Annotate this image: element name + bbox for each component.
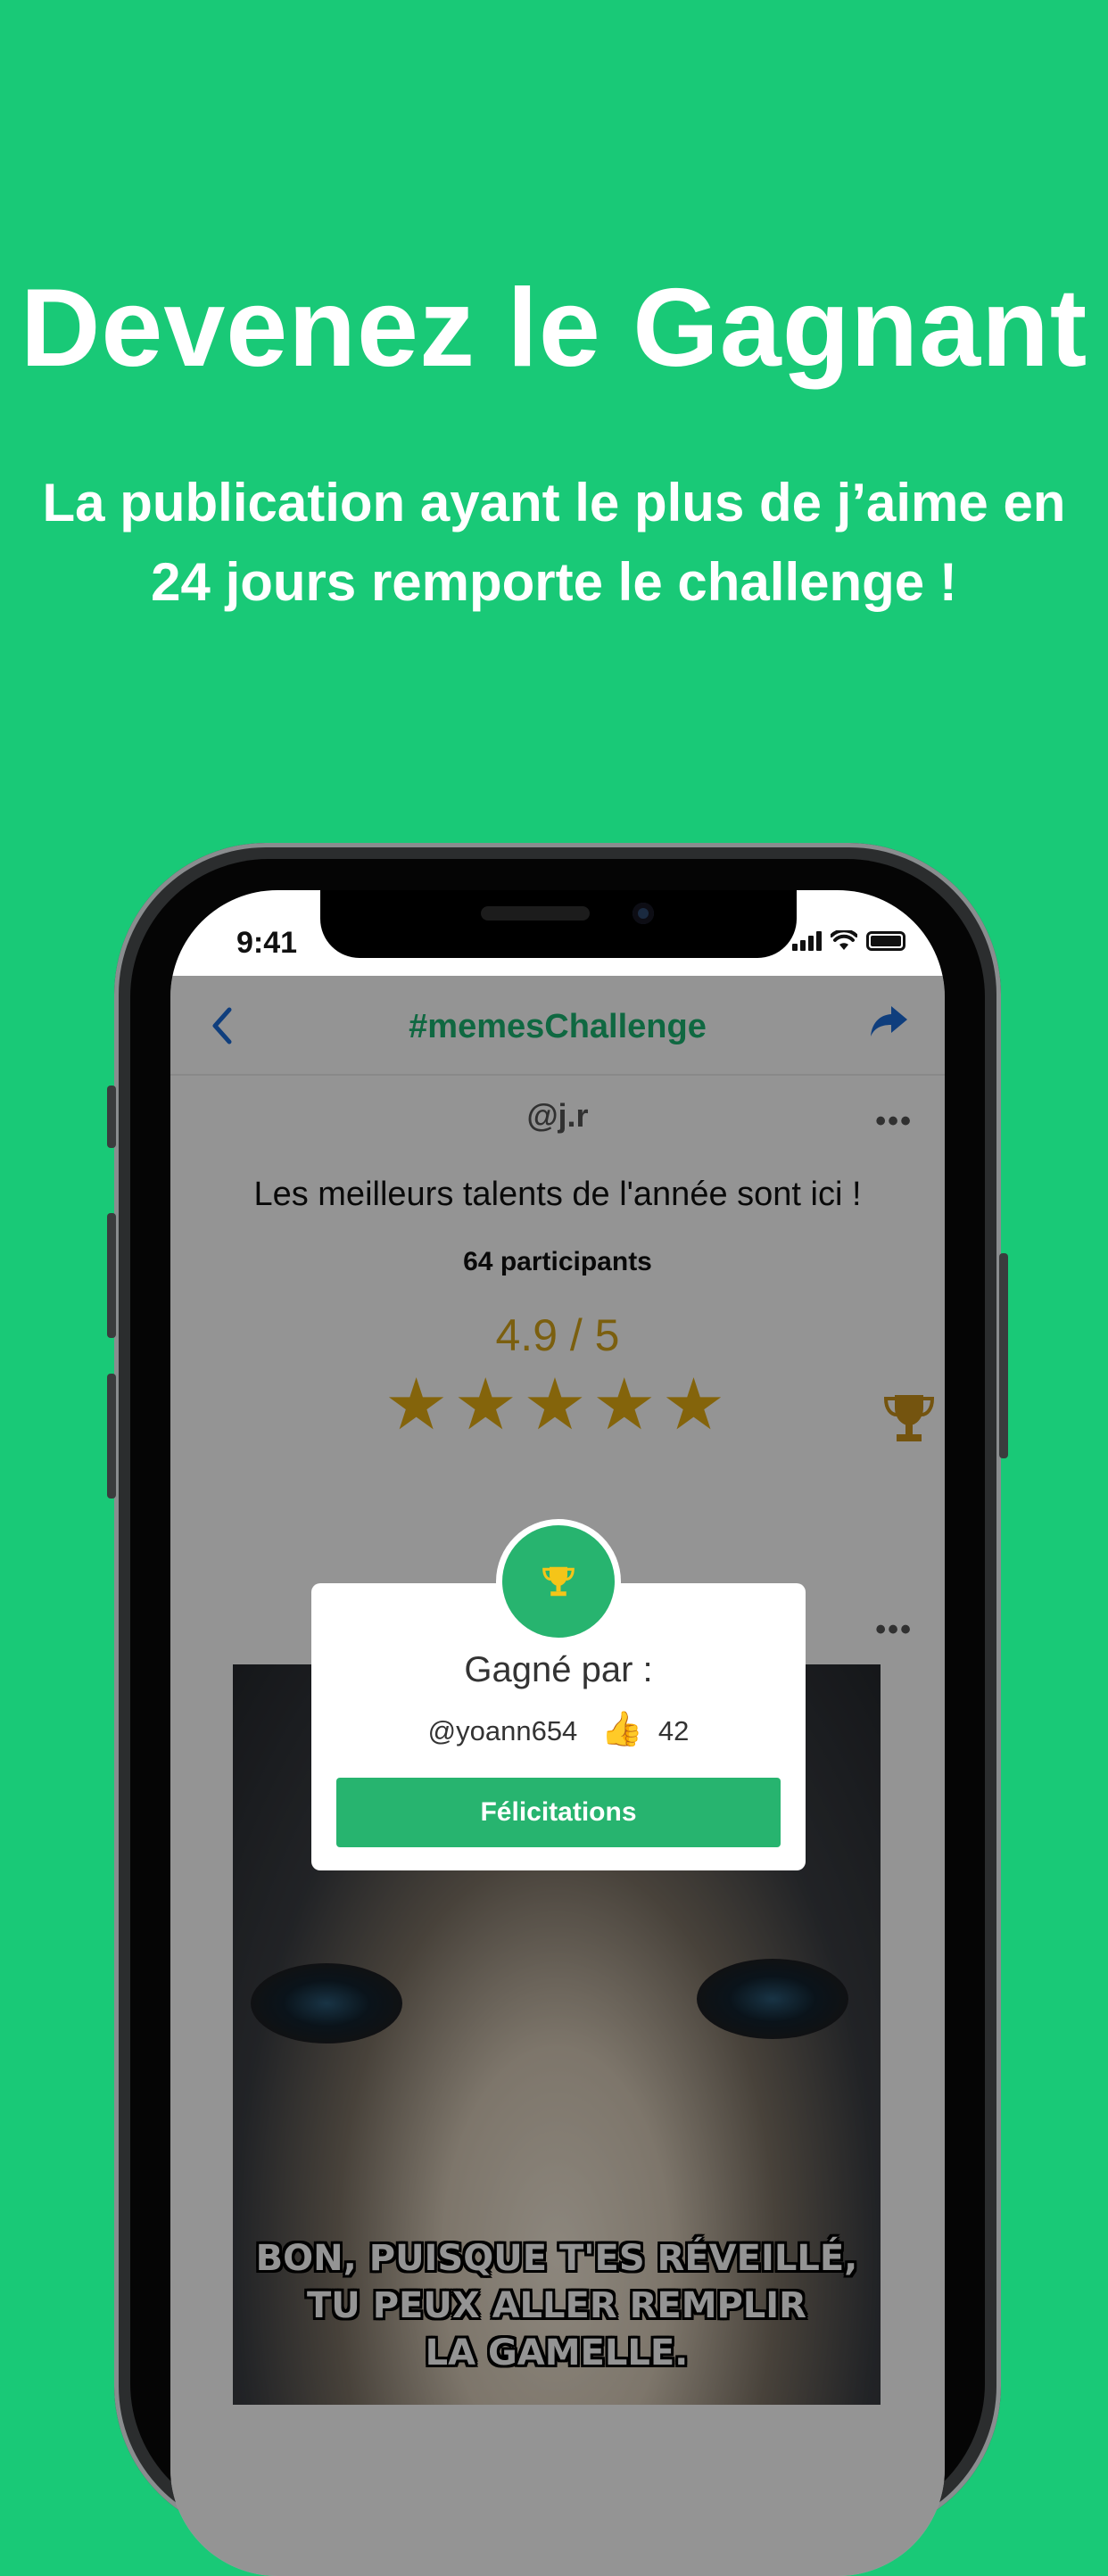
modal-title: Gagné par : — [464, 1650, 653, 1689]
winner-likes: 42 — [657, 1715, 690, 1746]
winner-badge — [496, 1519, 621, 1644]
status-icons — [792, 928, 905, 954]
notch — [320, 890, 797, 958]
phone-volume-up — [107, 1213, 116, 1338]
phone-power-button — [999, 1253, 1008, 1458]
phone-volume-down — [107, 1374, 116, 1499]
status-time: 9:41 — [236, 926, 298, 960]
front-camera — [633, 903, 654, 924]
trophy-icon — [542, 1566, 575, 1597]
phone-mute-switch — [107, 1086, 116, 1148]
headline: Devenez le Gagnant — [20, 267, 1088, 390]
winner-info: @yoann654 👍 42 — [311, 1710, 806, 1749]
wifi-icon — [831, 930, 857, 950]
phone-frame: 9:41 #memesChallenge @j.r ••• Les meille… — [107, 843, 1008, 2576]
subline: La publication ayant le plus de j’aime e… — [42, 473, 1066, 612]
phone-screen: 9:41 #memesChallenge @j.r ••• Les meille… — [170, 890, 945, 2576]
battery-icon — [866, 931, 905, 951]
congratulations-button[interactable]: Félicitations — [336, 1778, 781, 1847]
thumbs-up-icon: 👍 — [600, 1711, 644, 1748]
winner-modal: Gagné par : @yoann654 👍 42 Félicitations — [311, 1519, 806, 1870]
cellular-signal-icon — [792, 931, 822, 951]
winner-handle[interactable]: @yoann654 — [428, 1715, 578, 1746]
speaker-grille — [481, 906, 590, 921]
